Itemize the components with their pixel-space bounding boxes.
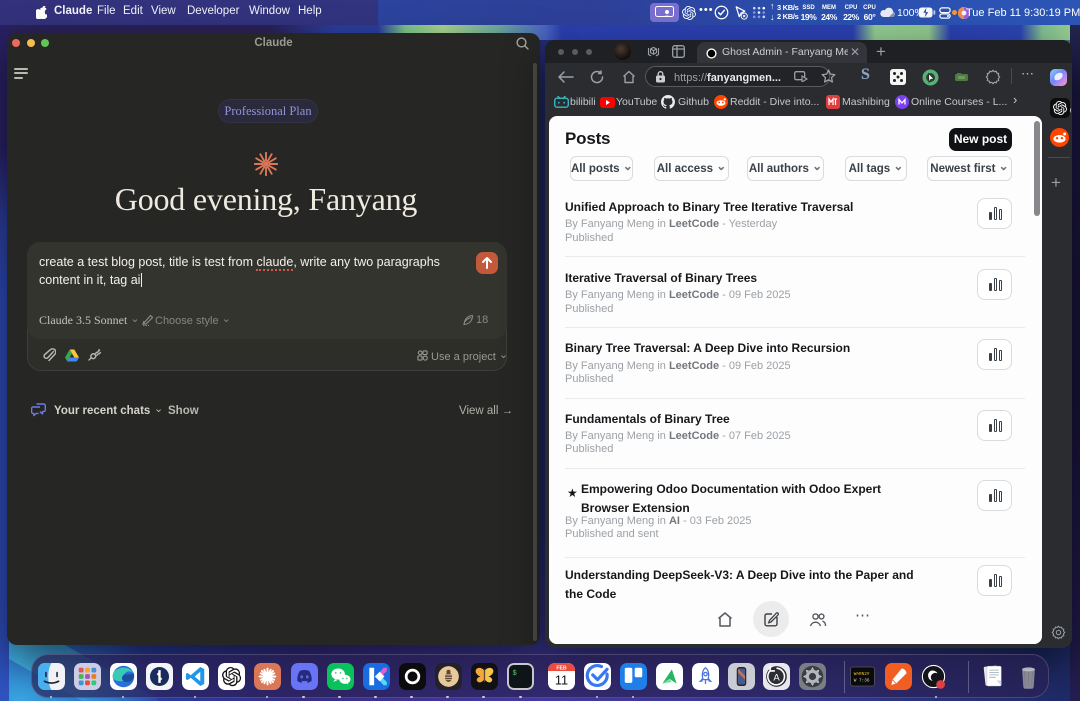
- svg-text:W 7:36: W 7:36: [853, 678, 869, 683]
- svg-text:11: 11: [554, 673, 567, 687]
- svg-text:$: $: [513, 670, 517, 678]
- svg-text:A: A: [773, 672, 780, 683]
- svg-text:FEB: FEB: [556, 665, 567, 671]
- svg-text:WARN2#: WARN2#: [853, 672, 869, 677]
